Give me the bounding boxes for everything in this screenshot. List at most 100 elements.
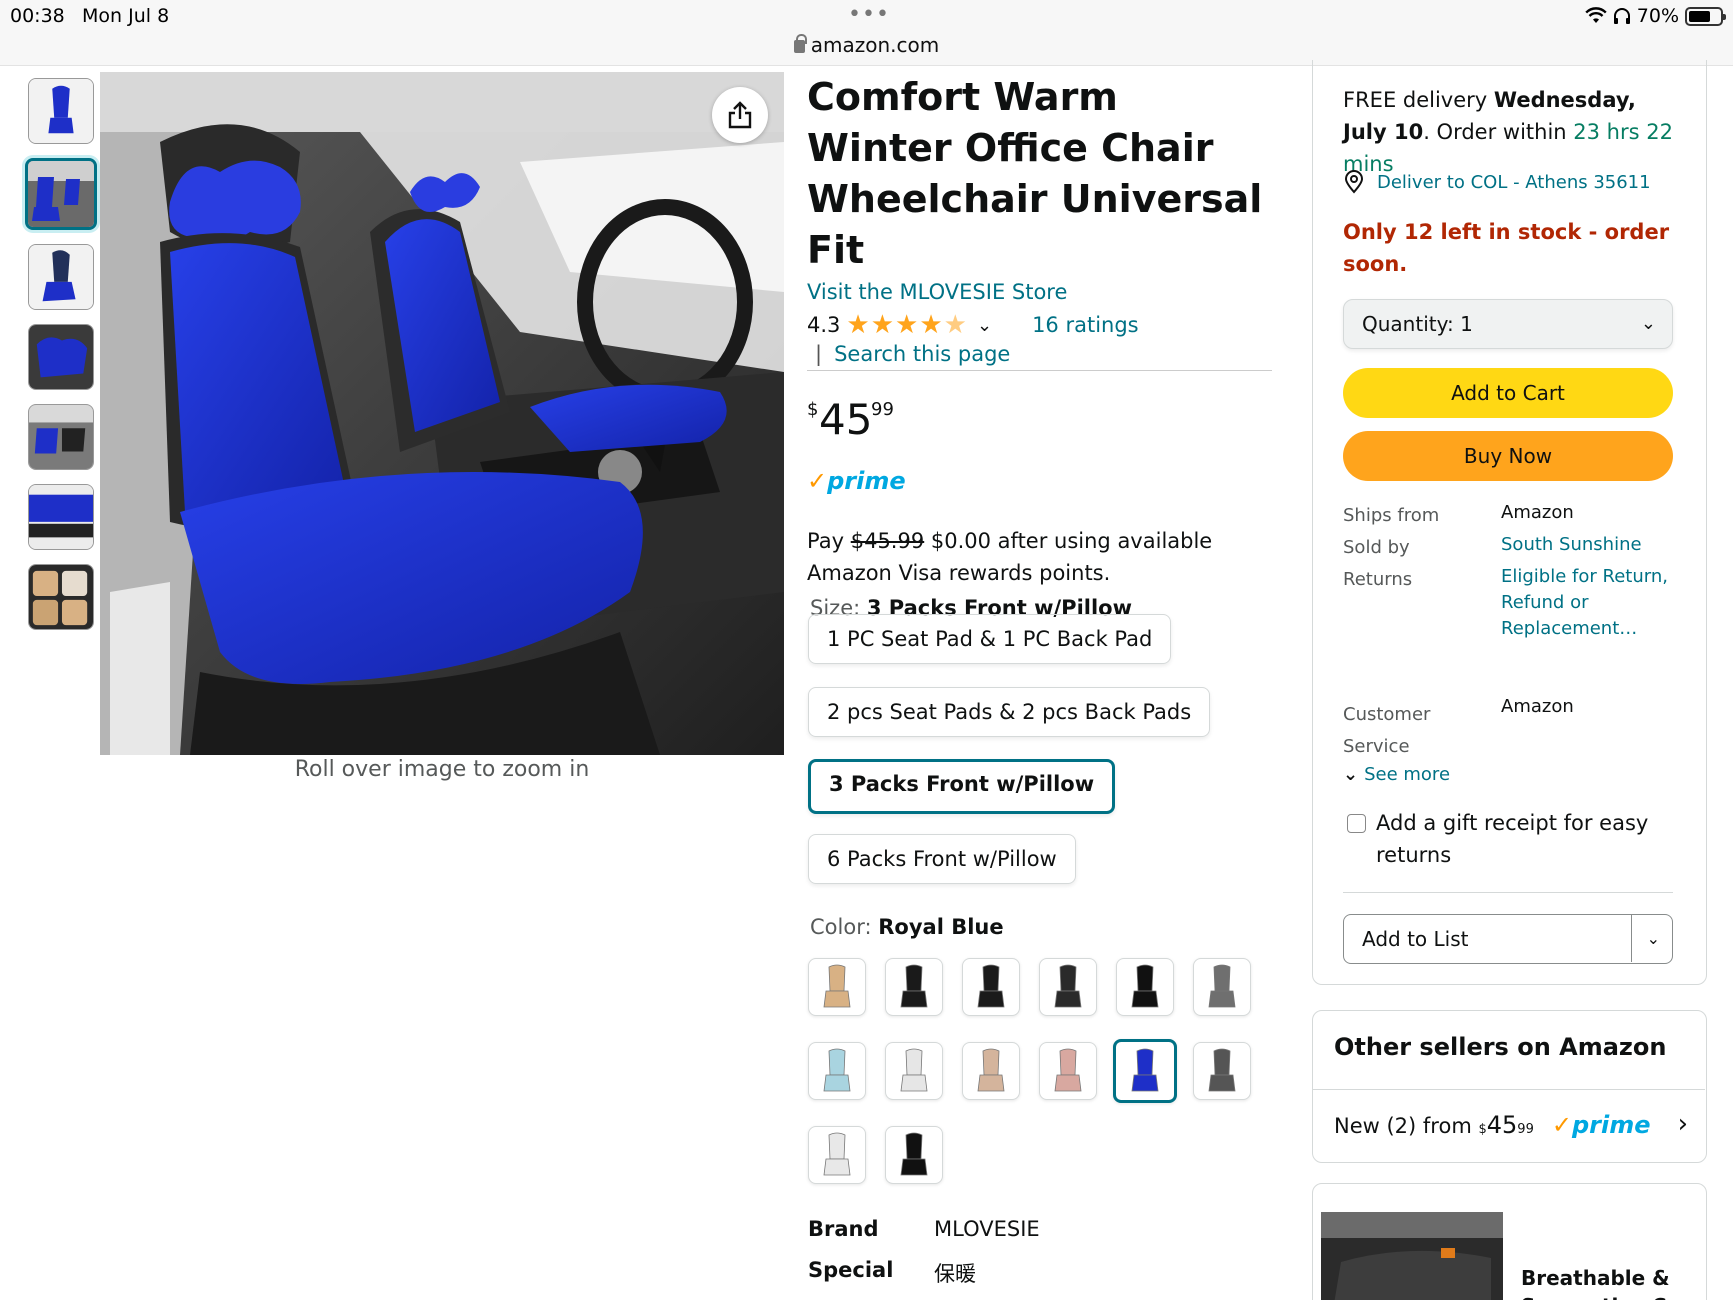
price-whole: 45: [819, 395, 873, 444]
battery-percent: 70%: [1636, 5, 1679, 27]
color-swatch[interactable]: [885, 1126, 943, 1184]
price-fraction: 99: [871, 399, 894, 420]
headphones-icon: [1613, 8, 1630, 24]
quantity-select[interactable]: Quantity: 1 ⌄: [1343, 299, 1673, 349]
size-option-3-selected[interactable]: 3 Packs Front w/Pillow: [808, 759, 1116, 814]
chevron-down-icon[interactable]: ⌄: [1647, 915, 1660, 963]
star-icon: ★: [919, 310, 943, 340]
color-swatch[interactable]: [808, 958, 866, 1016]
add-to-list-button[interactable]: Add to List ⌄: [1343, 914, 1673, 964]
divider: [1313, 1089, 1705, 1090]
lock-icon: [793, 34, 807, 53]
buy-now-button[interactable]: Buy Now: [1343, 431, 1673, 481]
search-page-link[interactable]: Search this page: [834, 342, 1010, 366]
gift-receipt-checkbox[interactable]: [1347, 814, 1366, 833]
chevron-down-icon: ⌄: [1343, 764, 1359, 785]
delivery-prefix: FREE delivery: [1343, 88, 1488, 112]
thumbnail-7[interactable]: [28, 564, 94, 630]
status-icons: 70%: [1585, 5, 1726, 27]
deliver-to-link[interactable]: Deliver to COL - Athens 35611: [1377, 172, 1651, 193]
seat-cover-icon: [1054, 964, 1082, 1008]
color-swatch[interactable]: [962, 1042, 1020, 1100]
recommendation-card[interactable]: Breathable & Supportive C: [1312, 1183, 1707, 1300]
offer-price-whole: 45: [1486, 1111, 1518, 1139]
product-main-image[interactable]: [100, 72, 784, 755]
deliver-to-row[interactable]: Deliver to COL - Athens 35611: [1343, 170, 1651, 194]
seat-cover-icon: [1208, 1048, 1236, 1092]
color-swatch[interactable]: [1039, 958, 1097, 1016]
thumbnail-6[interactable]: [28, 484, 94, 550]
seat-cover-icon: [977, 964, 1005, 1008]
ships-from-value: Amazon: [1501, 502, 1574, 523]
color-swatch-selected[interactable]: [1113, 1039, 1177, 1103]
color-swatch[interactable]: [885, 958, 943, 1016]
size-option-1[interactable]: 1 PC Seat Pad & 1 PC Back Pad: [808, 614, 1172, 664]
star-rating[interactable]: ★ ★ ★ ★ ★: [846, 312, 967, 338]
recommendation-title: Breathable & Supportive C: [1521, 1266, 1670, 1300]
color-swatch[interactable]: [1116, 958, 1174, 1016]
see-more-toggle[interactable]: ⌄ See more: [1343, 764, 1450, 785]
add-to-cart-button[interactable]: Add to Cart: [1343, 368, 1673, 418]
returns-link[interactable]: Eligible for Return, Refund or Replaceme…: [1501, 564, 1676, 642]
split-divider: [1630, 915, 1632, 962]
color-label-row: Color: Royal Blue: [810, 915, 1004, 939]
price: $ 45 99: [807, 395, 1272, 445]
gift-receipt-row[interactable]: Add a gift receipt for easy returns: [1347, 807, 1656, 871]
returns-label: Returns: [1343, 569, 1413, 590]
color-swatch[interactable]: [808, 1126, 866, 1184]
battery-icon: [1685, 6, 1726, 26]
divider: [1343, 892, 1673, 893]
zoom-caption: Roll over image to zoom in: [294, 757, 590, 782]
color-swatch[interactable]: [1193, 1042, 1251, 1100]
thumbnail-1[interactable]: [28, 78, 94, 144]
delivery-info: FREE delivery Wednesday, July 10. Order …: [1343, 84, 1683, 180]
color-swatch[interactable]: [885, 1042, 943, 1100]
gift-receipt-label: Add a gift receipt for easy returns: [1376, 811, 1649, 867]
chevron-down-icon[interactable]: ⌄: [977, 315, 992, 336]
prime-check-icon: ✓: [807, 467, 828, 495]
see-more-link[interactable]: See more: [1364, 764, 1450, 785]
ratings-link[interactable]: 16 ratings: [1032, 313, 1139, 337]
spec-brand-value: MLOVESIE: [934, 1217, 1040, 1241]
color-selected: Royal Blue: [878, 915, 1004, 939]
prime-badge: ✓prime: [1551, 1111, 1651, 1139]
more-dots-icon[interactable]: •••: [848, 2, 890, 27]
chevron-right-icon[interactable]: ›: [1678, 1109, 1688, 1139]
sold-by-link[interactable]: South Sunshine: [1501, 532, 1642, 558]
thumbnail-4[interactable]: [28, 324, 94, 390]
seat-cover-icon: [1131, 964, 1159, 1008]
prime-check-icon: ✓: [1551, 1111, 1572, 1139]
size-option-4[interactable]: 6 Packs Front w/Pillow: [808, 834, 1076, 884]
spec-special-value: 保暖: [934, 1262, 976, 1286]
share-button[interactable]: [712, 87, 768, 143]
thumbnail-strip: [25, 78, 98, 644]
prime-badge: ✓prime: [807, 467, 1272, 497]
prime-label: prime: [827, 467, 906, 495]
other-sellers-offer[interactable]: New (2) from $45 99 ✓prime: [1334, 1111, 1650, 1139]
size-option-2[interactable]: 2 pcs Seat Pads & 2 pcs Back Pads: [808, 687, 1211, 737]
thumbnail-3[interactable]: [28, 244, 94, 310]
thumbnail-2-selected[interactable]: [25, 158, 97, 230]
wifi-icon: [1585, 7, 1607, 23]
store-link[interactable]: Visit the MLOVESIE Store: [807, 280, 1272, 304]
star-icon: ★: [846, 310, 870, 340]
color-swatch[interactable]: [808, 1042, 866, 1100]
quantity-value: Quantity: 1: [1362, 312, 1473, 336]
seat-cover-icon: [900, 1048, 928, 1092]
color-swatch[interactable]: [1039, 1042, 1097, 1100]
pay-prefix: Pay: [807, 529, 845, 553]
star-icon: ★: [895, 310, 919, 340]
product-title: Comfort Warm Winter Office Chair Wheelch…: [807, 75, 1263, 272]
rating-value: 4.3: [807, 313, 841, 337]
add-to-list-label: Add to List: [1362, 927, 1469, 951]
product-details: Comfort Warm Winter Office Chair Wheelch…: [807, 72, 1272, 589]
recommendation-image[interactable]: [1321, 1212, 1503, 1300]
location-pin-icon: [1344, 170, 1364, 194]
thumbnail-5[interactable]: [28, 404, 94, 470]
stock-status: Only 12 left in stock - order soon.: [1343, 220, 1670, 276]
color-swatch[interactable]: [962, 958, 1020, 1016]
search-page-row: | Search this page: [807, 342, 1272, 371]
color-swatch[interactable]: [1193, 958, 1251, 1016]
address-bar[interactable]: amazon.com: [0, 33, 1733, 57]
status-bar: 00:38 Mon Jul 8 ••• amazon.com 70%: [0, 0, 1733, 66]
